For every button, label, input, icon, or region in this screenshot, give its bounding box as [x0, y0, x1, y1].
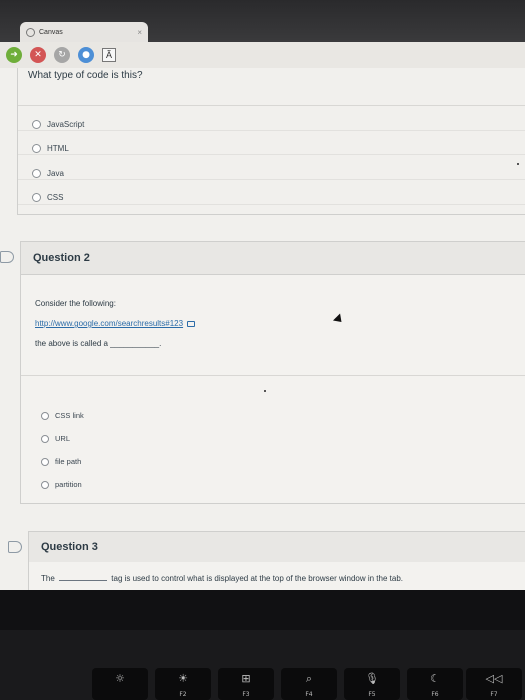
radio-button[interactable]	[41, 411, 49, 420]
brightness-down-icon: ☼	[115, 672, 125, 685]
question-1-card: What type of code is this? JavaScript HT…	[17, 68, 525, 215]
close-icon[interactable]: ✕	[30, 47, 46, 63]
radio-button[interactable]	[32, 144, 41, 154]
answer-label: CSS	[47, 193, 64, 203]
scroll-marker	[517, 163, 519, 165]
question-3-suffix: tag is used to control what is displayed…	[111, 574, 403, 583]
answer-option[interactable]: partition	[41, 473, 84, 496]
answer-option[interactable]: file path	[41, 450, 84, 473]
radio-button[interactable]	[32, 193, 41, 203]
answer-option[interactable]: URL	[41, 427, 84, 450]
answer-label: partition	[55, 480, 82, 489]
question-3-prefix: The	[41, 574, 55, 583]
answer-option[interactable]: HTML	[32, 137, 84, 162]
answer-option[interactable]: CSS link	[41, 404, 84, 427]
function-key[interactable]: ☼	[92, 668, 148, 700]
browser-tab[interactable]: Canvas ×	[20, 22, 148, 42]
moon-icon: ☾	[430, 672, 440, 685]
function-key[interactable]: ⌕ F4	[281, 668, 337, 700]
globe-icon[interactable]: ●	[78, 47, 94, 63]
tab-title: Canvas	[39, 28, 63, 36]
mission-control-icon: ⊞	[241, 672, 251, 685]
question-2-answers: CSS link URL file path partition	[41, 404, 84, 496]
canvas-logo-icon	[26, 27, 35, 37]
question-3-text: The tag is used to control what is displ…	[41, 574, 403, 583]
answer-label: Java	[47, 168, 64, 178]
text-size-button[interactable]: Ã	[102, 48, 116, 62]
answer-option[interactable]: JavaScript	[32, 112, 84, 137]
question-2-text: the above is called a	[35, 339, 108, 348]
brightness-up-icon: ☀	[178, 672, 188, 685]
question-3-blank	[59, 580, 108, 581]
divider	[18, 154, 525, 155]
external-link-icon	[187, 320, 196, 327]
reload-icon[interactable]: ↻	[54, 47, 70, 63]
question-2-card: Question 2 Consider the following: http:…	[20, 241, 525, 504]
rewind-icon: ◁◁	[485, 672, 503, 685]
key-label: F5	[368, 691, 376, 698]
question-2-link[interactable]: http://www.google.com/searchresults#123	[35, 319, 196, 328]
divider	[18, 204, 525, 205]
answer-label: file path	[55, 457, 82, 466]
browser-tab-bar: Canvas ×	[0, 0, 525, 42]
question-3-title: Question 3	[29, 532, 525, 562]
divider	[18, 179, 525, 180]
key-label: F3	[242, 691, 250, 698]
answer-option[interactable]: CSS	[32, 186, 84, 211]
link-text: http://www.google.com/searchresults#123	[35, 319, 184, 328]
radio-button[interactable]	[41, 457, 49, 466]
radio-button[interactable]	[41, 480, 49, 489]
key-label: F6	[431, 691, 439, 698]
question-3-card: Question 3 The tag is used to control wh…	[28, 531, 525, 590]
question-2-title: Question 2	[21, 242, 525, 275]
search-icon: ⌕	[305, 672, 313, 685]
keyboard-function-row: ☼ ☀ F2 ⊞ F3 ⌕ F4 🎙 F5 ☾ F6 ◁◁ F7	[0, 630, 525, 700]
key-label: F2	[179, 691, 187, 698]
question-2-blank: ___________.	[110, 339, 162, 348]
function-key[interactable]: ⊞ F3	[218, 668, 274, 700]
laptop-bezel	[0, 590, 525, 630]
question-2-body: Consider the following: http://www.googl…	[35, 299, 196, 359]
question-2-line: the above is called a ___________.	[35, 339, 195, 348]
key-label: F4	[305, 691, 313, 698]
question-1-prompt: What type of code is this?	[28, 70, 143, 81]
browser-toolbar: ➜ ✕ ↻ ● Ã	[0, 42, 525, 68]
arrow-right-icon[interactable]: ➜	[6, 47, 22, 63]
answer-option[interactable]: Java	[32, 161, 84, 186]
answer-label: HTML	[47, 144, 69, 154]
answer-label: JavaScript	[47, 119, 85, 129]
tab-close-icon[interactable]: ×	[137, 28, 142, 37]
answer-label: CSS link	[55, 411, 84, 420]
scroll-marker	[264, 390, 266, 392]
flag-question-icon[interactable]	[0, 251, 14, 263]
divider	[18, 130, 525, 131]
function-key[interactable]: ☀ F2	[155, 668, 211, 700]
quiz-page: What type of code is this? JavaScript HT…	[0, 68, 525, 590]
microphone-icon: 🎙	[365, 672, 379, 685]
flag-question-icon[interactable]	[8, 541, 22, 553]
function-key[interactable]: ☾ F6	[407, 668, 463, 700]
question-2-line: Consider the following:	[35, 299, 116, 308]
radio-button[interactable]	[32, 168, 41, 178]
function-key[interactable]: 🎙 F5	[344, 668, 400, 700]
divider	[21, 375, 525, 376]
question-1-answers: JavaScript HTML Java CSS	[32, 112, 84, 210]
answer-label: URL	[55, 434, 71, 443]
divider	[18, 105, 525, 106]
radio-button[interactable]	[32, 119, 41, 129]
key-label: F7	[490, 691, 498, 698]
function-key[interactable]: ◁◁ F7	[466, 668, 522, 700]
radio-button[interactable]	[41, 434, 49, 443]
